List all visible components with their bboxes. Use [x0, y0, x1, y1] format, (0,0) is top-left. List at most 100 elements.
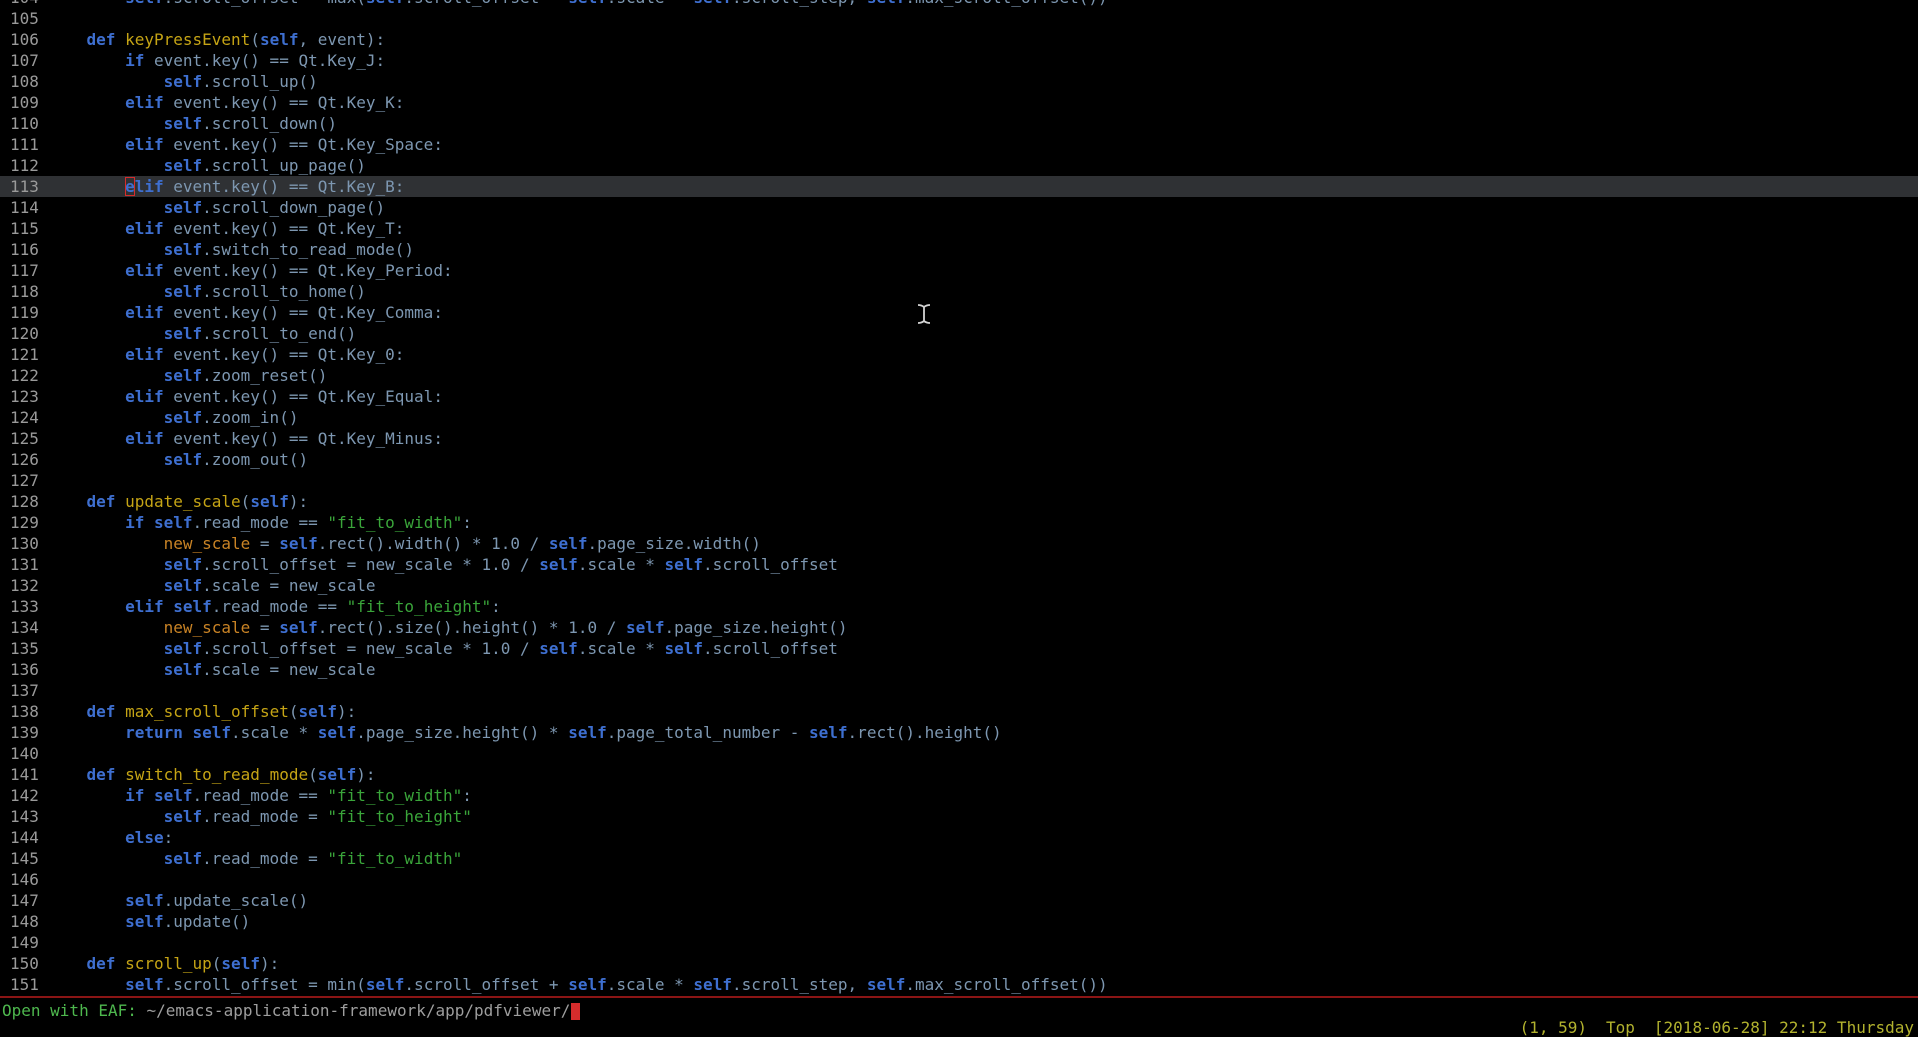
line-number: 139 [0, 722, 48, 743]
line-number: 123 [0, 386, 48, 407]
line-number: 135 [0, 638, 48, 659]
line-number: 114 [0, 197, 48, 218]
code-line[interactable]: 149 [0, 932, 1918, 953]
code-line[interactable]: 110 self.scroll_down() [0, 113, 1918, 134]
code-line[interactable]: 124 self.zoom_in() [0, 407, 1918, 428]
code-line[interactable]: 112 self.scroll_up_page() [0, 155, 1918, 176]
code-line[interactable]: 145 self.read_mode = "fit_to_width" [0, 848, 1918, 869]
code-line[interactable]: 125 elif event.key() == Qt.Key_Minus: [0, 428, 1918, 449]
line-number: 146 [0, 869, 48, 890]
buffer-cursor [125, 177, 135, 196]
code-line[interactable]: 108 self.scroll_up() [0, 71, 1918, 92]
code-line[interactable]: 128 def update_scale(self): [0, 491, 1918, 512]
code-line[interactable]: 106 def keyPressEvent(self, event): [0, 29, 1918, 50]
line-number: 133 [0, 596, 48, 617]
code-line[interactable]: 135 self.scroll_offset = new_scale * 1.0… [0, 638, 1918, 659]
line-number: 108 [0, 71, 48, 92]
code-text: self.scroll_up() [48, 71, 318, 92]
code-text: self.update() [48, 911, 250, 932]
code-line[interactable]: 131 self.scroll_offset = new_scale * 1.0… [0, 554, 1918, 575]
code-line[interactable]: 142 if self.read_mode == "fit_to_width": [0, 785, 1918, 806]
code-line[interactable]: 119 elif event.key() == Qt.Key_Comma: [0, 302, 1918, 323]
code-line[interactable]: 111 elif event.key() == Qt.Key_Space: [0, 134, 1918, 155]
code-line[interactable]: 151 self.scroll_offset = min(self.scroll… [0, 974, 1918, 995]
line-number: 140 [0, 743, 48, 764]
code-area[interactable]: 104 self.scroll_offset = max(self.scroll… [0, 0, 1918, 996]
line-number: 115 [0, 218, 48, 239]
code-line[interactable]: 127 [0, 470, 1918, 491]
code-line[interactable]: 118 self.scroll_to_home() [0, 281, 1918, 302]
code-line[interactable]: 104 self.scroll_offset = max(self.scroll… [0, 0, 1918, 8]
minibuffer-input[interactable]: ~/emacs-application-framework/app/pdfvie… [147, 1001, 571, 1020]
line-number: 141 [0, 764, 48, 785]
line-number: 124 [0, 407, 48, 428]
code-text: self.scroll_offset = max(self.scroll_off… [48, 0, 1108, 8]
code-line[interactable]: 148 self.update() [0, 911, 1918, 932]
code-line[interactable]: 123 elif event.key() == Qt.Key_Equal: [0, 386, 1918, 407]
line-number: 149 [0, 932, 48, 953]
line-number: 128 [0, 491, 48, 512]
code-line[interactable]: 132 self.scale = new_scale [0, 575, 1918, 596]
code-text: self.scale = new_scale [48, 659, 376, 680]
line-number: 150 [0, 953, 48, 974]
code-text: self.scroll_up_page() [48, 155, 366, 176]
line-number: 126 [0, 449, 48, 470]
code-line[interactable]: 147 self.update_scale() [0, 890, 1918, 911]
line-number: 119 [0, 302, 48, 323]
line-number: 143 [0, 806, 48, 827]
code-line[interactable]: 137 [0, 680, 1918, 701]
line-number: 130 [0, 533, 48, 554]
code-text: self.scroll_to_home() [48, 281, 366, 302]
code-text: elif event.key() == Qt.Key_Minus: [48, 428, 443, 449]
tray-cursor-position: (1, 59) [1520, 1018, 1587, 1037]
code-line[interactable]: 107 if event.key() == Qt.Key_J: [0, 50, 1918, 71]
code-line[interactable]: 121 elif event.key() == Qt.Key_0: [0, 344, 1918, 365]
line-number: 127 [0, 470, 48, 491]
line-number: 144 [0, 827, 48, 848]
line-number: 122 [0, 365, 48, 386]
code-text: return self.scale * self.page_size.heigh… [48, 722, 1002, 743]
code-text: def keyPressEvent(self, event): [48, 29, 385, 50]
code-line[interactable]: 120 self.scroll_to_end() [0, 323, 1918, 344]
minibuffer[interactable]: Open with EAF: ~/emacs-application-frame… [0, 998, 1918, 1037]
line-number: 125 [0, 428, 48, 449]
code-line[interactable]: 140 [0, 743, 1918, 764]
code-line[interactable]: 115 elif event.key() == Qt.Key_T: [0, 218, 1918, 239]
code-line[interactable]: 114 self.scroll_down_page() [0, 197, 1918, 218]
code-line[interactable]: 144 else: [0, 827, 1918, 848]
code-text: self.scroll_offset = new_scale * 1.0 / s… [48, 638, 838, 659]
code-text: def scroll_up(self): [48, 953, 279, 974]
code-line[interactable]: 129 if self.read_mode == "fit_to_width": [0, 512, 1918, 533]
line-number: 112 [0, 155, 48, 176]
code-line[interactable]: 143 self.read_mode = "fit_to_height" [0, 806, 1918, 827]
line-number: 111 [0, 134, 48, 155]
code-text: self.scale = new_scale [48, 575, 376, 596]
tray-datetime: [2018-06-28] 22:12 Thursday [1654, 1018, 1914, 1037]
code-text: self.scroll_to_end() [48, 323, 356, 344]
code-text: self.scroll_offset = new_scale * 1.0 / s… [48, 554, 838, 575]
code-line[interactable]: 133 elif self.read_mode == "fit_to_heigh… [0, 596, 1918, 617]
code-text: self.switch_to_read_mode() [48, 239, 414, 260]
code-line[interactable]: 130 new_scale = self.rect().width() * 1.… [0, 533, 1918, 554]
code-line[interactable]: 134 new_scale = self.rect().size().heigh… [0, 617, 1918, 638]
code-line[interactable]: 109 elif event.key() == Qt.Key_K: [0, 92, 1918, 113]
code-line[interactable]: 117 elif event.key() == Qt.Key_Period: [0, 260, 1918, 281]
code-line[interactable]: 126 self.zoom_out() [0, 449, 1918, 470]
tray-buffer-position: Top [1606, 1018, 1635, 1037]
code-line[interactable]: 105 [0, 8, 1918, 29]
code-text: elif event.key() == Qt.Key_B: [48, 176, 404, 197]
code-line[interactable]: 150 def scroll_up(self): [0, 953, 1918, 974]
line-number: 151 [0, 974, 48, 995]
line-number: 120 [0, 323, 48, 344]
code-text: if event.key() == Qt.Key_J: [48, 50, 385, 71]
code-line[interactable]: 122 self.zoom_reset() [0, 365, 1918, 386]
code-text: new_scale = self.rect().size().height() … [48, 617, 848, 638]
line-number: 107 [0, 50, 48, 71]
code-line[interactable]: 116 self.switch_to_read_mode() [0, 239, 1918, 260]
code-line[interactable]: 138 def max_scroll_offset(self): [0, 701, 1918, 722]
code-line[interactable]: 139 return self.scale * self.page_size.h… [0, 722, 1918, 743]
code-line[interactable]: 141 def switch_to_read_mode(self): [0, 764, 1918, 785]
code-line[interactable]: 136 self.scale = new_scale [0, 659, 1918, 680]
code-line[interactable]: 146 [0, 869, 1918, 890]
code-line[interactable]: 113 elif event.key() == Qt.Key_B: [0, 176, 1918, 197]
